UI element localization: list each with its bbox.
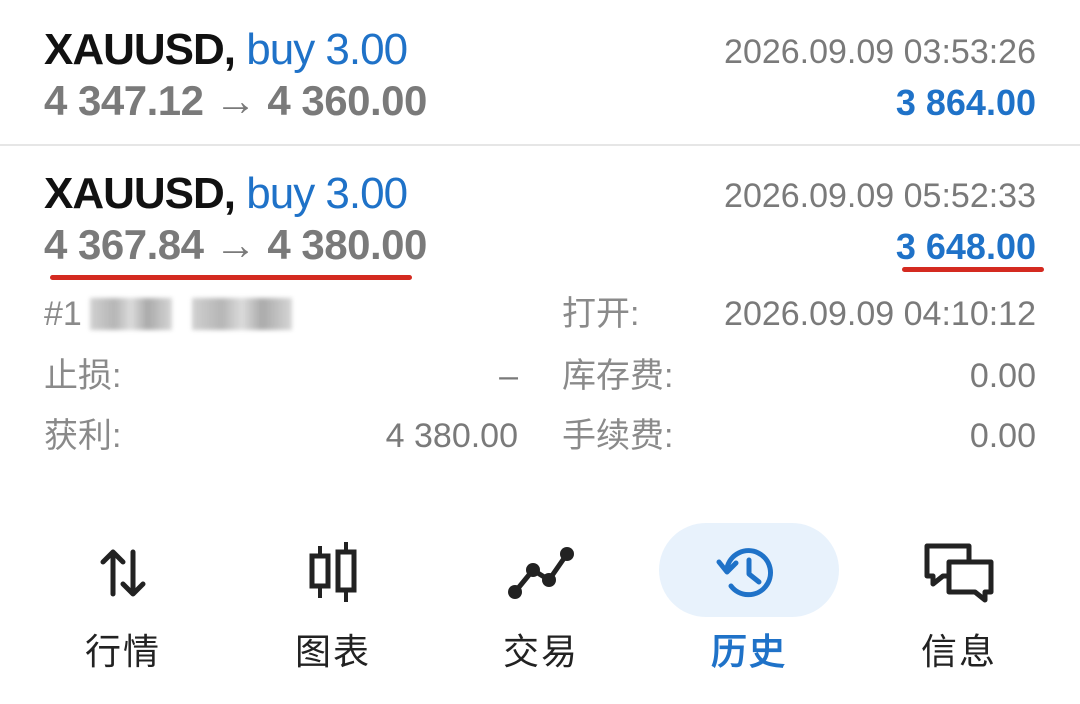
swap-value: 0.00 [969, 357, 1036, 395]
redacted-block [191, 298, 292, 330]
take-profit-value: 4 380.00 [385, 417, 518, 455]
bottom-navigation: 行情 图表 交易 历史 信息 [0, 505, 1080, 704]
take-profit-label: 获利: [44, 417, 122, 455]
trade-time: 2026.09.09 05:52:33 [724, 177, 1036, 215]
commission-label: 手续费: [562, 417, 674, 455]
nav-item-history[interactable]: 历史 [654, 505, 844, 695]
nav-item-messages[interactable]: 信息 [864, 505, 1054, 695]
open-label: 打开: [562, 295, 640, 333]
chat-bubbles-icon [924, 543, 994, 603]
trade-profit: 3 648.00 [895, 226, 1036, 267]
price-underline-annotation [50, 275, 412, 280]
stop-loss-value: – [499, 357, 518, 395]
order-id: #1 [44, 292, 292, 336]
trade-profit: 3 864.00 [895, 82, 1036, 123]
arrow-right-icon: → [214, 221, 257, 268]
nav-label: 行情 [84, 631, 161, 672]
redacted-block [89, 298, 172, 330]
nav-item-quotes[interactable]: 行情 [28, 505, 218, 695]
swap-label: 库存费: [562, 357, 674, 395]
commission-value: 0.00 [969, 417, 1036, 455]
nav-label: 交易 [502, 631, 579, 672]
trade-prices: 4 367.84 → 4 380.00 [44, 220, 427, 270]
order-id-prefix: #1 [44, 295, 82, 333]
arrow-right-icon: → [214, 77, 257, 124]
nav-item-trade[interactable]: 交易 [446, 505, 636, 695]
stop-loss-label: 止损: [44, 357, 122, 395]
nav-label: 历史 [710, 631, 787, 672]
profit-underline-annotation [902, 267, 1044, 272]
price-close: 4 360.00 [267, 77, 427, 124]
nav-label: 图表 [294, 631, 371, 672]
trade-prices: 4 347.12 → 4 360.00 [44, 76, 427, 126]
trade-side-volume: buy 3.00 [246, 25, 408, 74]
candlestick-icon [309, 542, 357, 602]
history-screen: XAUUSD, buy 3.00 4 347.12 → 4 360.00 202… [0, 0, 1080, 704]
trade-side-volume: buy 3.00 [246, 169, 408, 218]
trade-line-icon [508, 547, 574, 599]
trade-symbol-line: XAUUSD, buy 3.00 [44, 168, 408, 220]
trade-symbol-line: XAUUSD, buy 3.00 [44, 24, 408, 76]
trade-symbol: XAUUSD, [44, 25, 236, 74]
open-time-value: 2026.09.09 04:10:12 [724, 295, 1036, 333]
nav-label: 信息 [920, 631, 997, 672]
trade-symbol: XAUUSD, [44, 169, 236, 218]
arrows-up-down-icon [100, 549, 146, 597]
trade-row-expanded[interactable]: XAUUSD, buy 3.00 4 367.84 → 4 380.00 202… [0, 146, 1080, 476]
price-open: 4 367.84 [44, 221, 204, 268]
price-close: 4 380.00 [267, 221, 427, 268]
trade-time: 2026.09.09 03:53:26 [724, 33, 1036, 71]
history-clock-icon [716, 548, 773, 598]
price-open: 4 347.12 [44, 77, 204, 124]
trade-row[interactable]: XAUUSD, buy 3.00 4 347.12 → 4 360.00 202… [0, 0, 1080, 146]
nav-item-charts[interactable]: 图表 [238, 505, 428, 695]
